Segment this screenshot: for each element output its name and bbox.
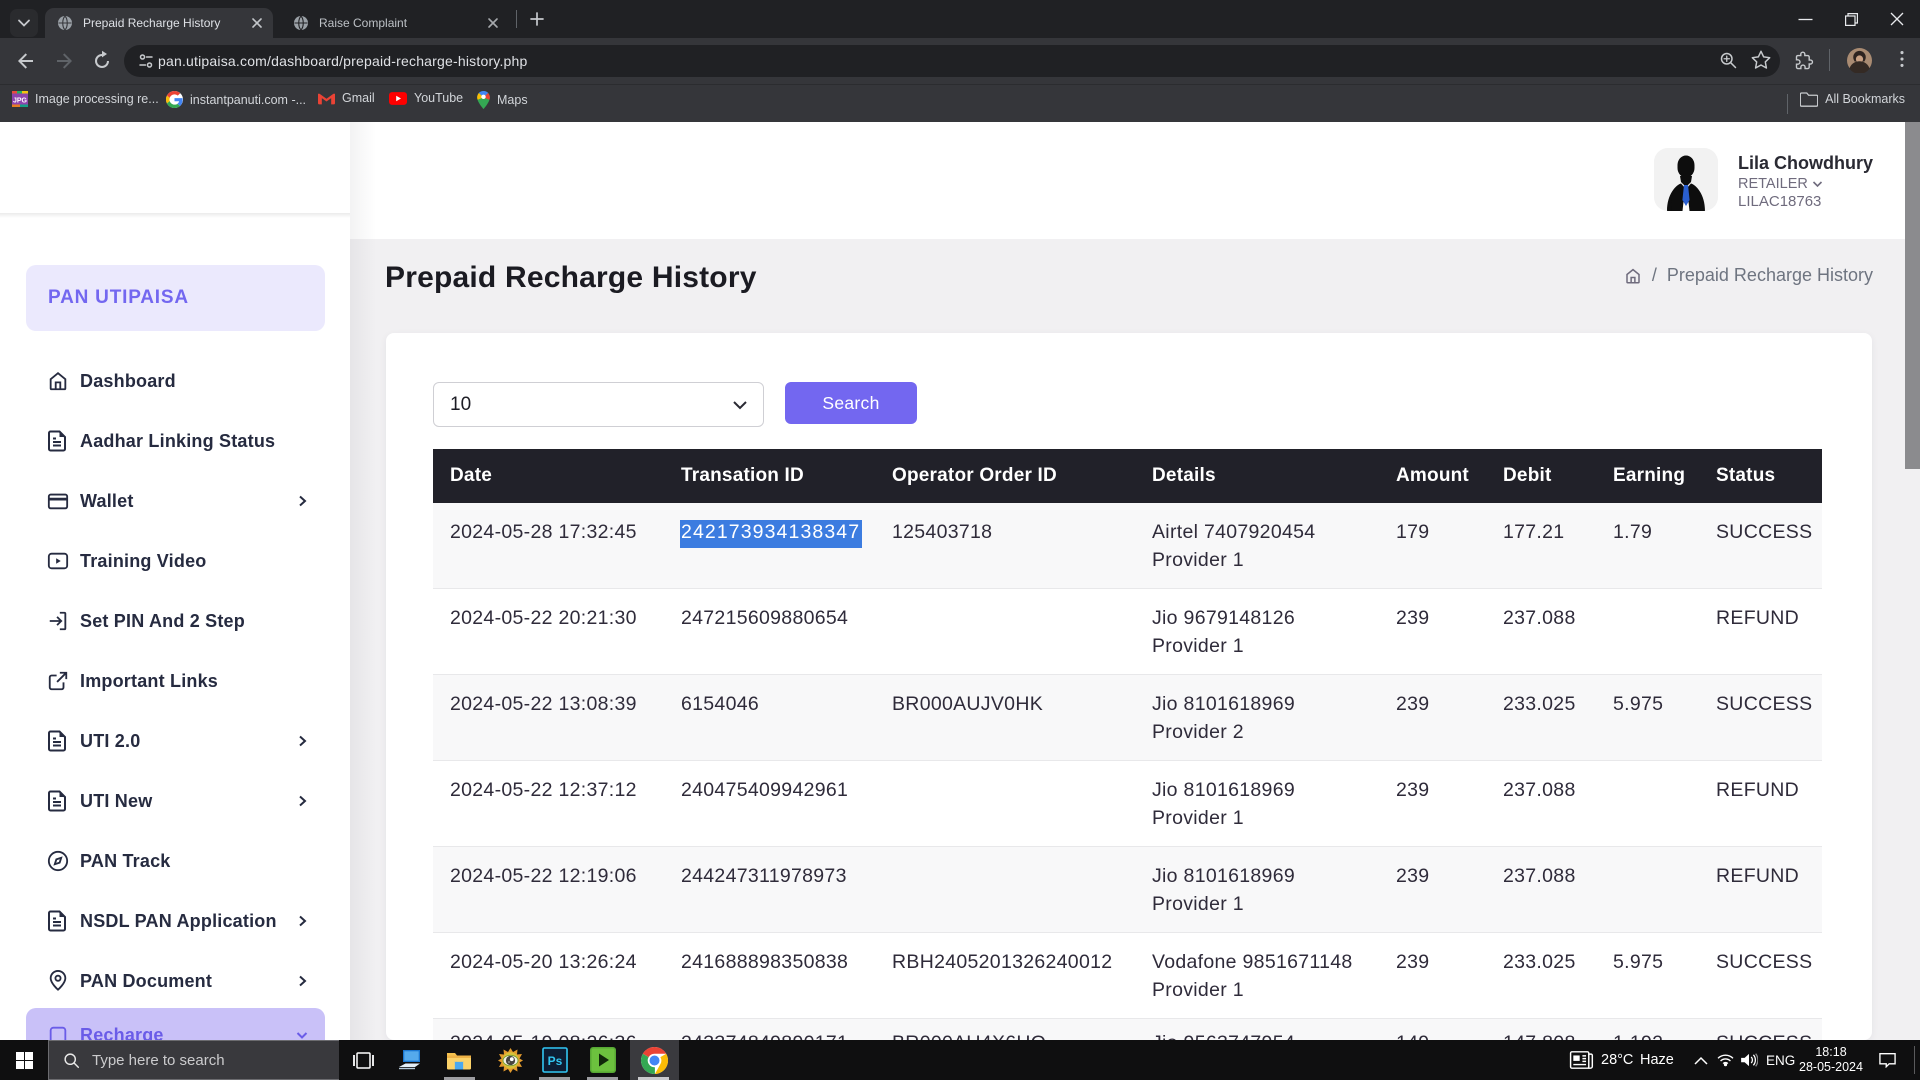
svg-text:JPG: JPG [13, 98, 28, 105]
